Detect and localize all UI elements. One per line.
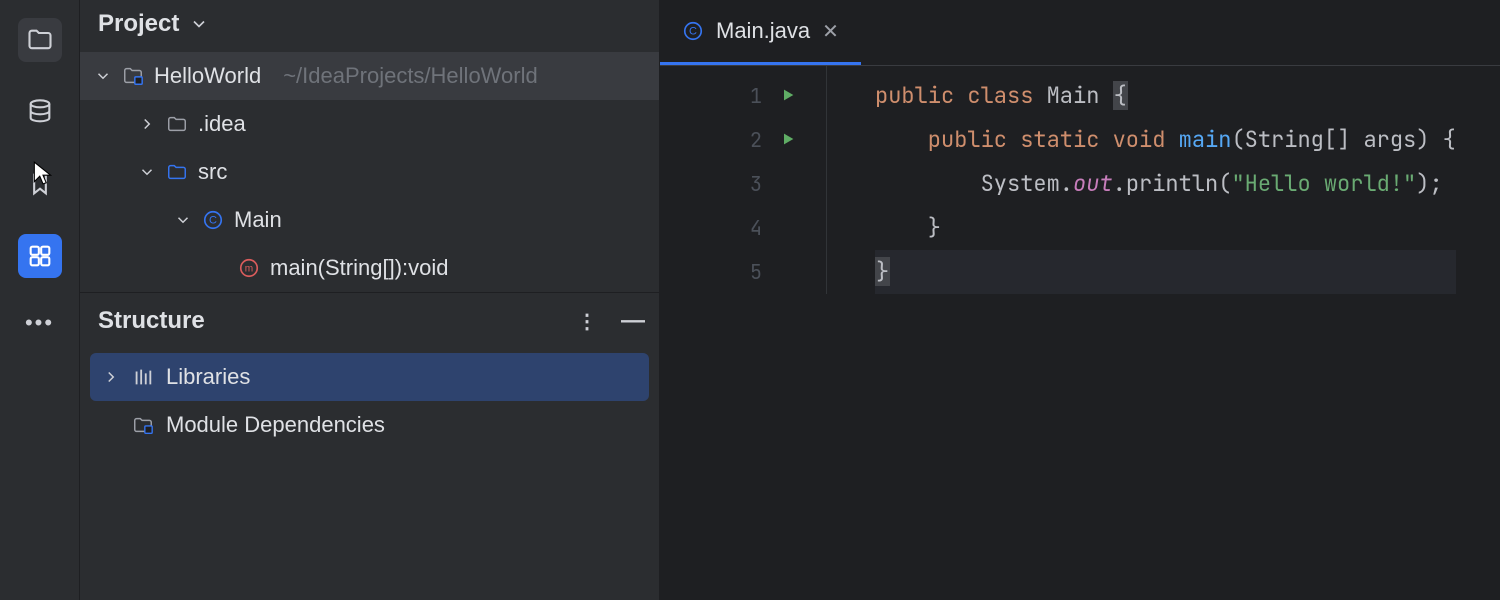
module-deps-icon xyxy=(132,414,154,436)
chevron-right-icon xyxy=(138,115,156,133)
idea-folder-label: .idea xyxy=(198,111,246,137)
editor-area: C Main.java ✕ 1 2 3 4 5 public class Mai… xyxy=(660,0,1500,600)
editor-tab-bar: C Main.java ✕ xyxy=(660,0,1500,66)
chevron-down-icon xyxy=(189,14,209,34)
main-class-node[interactable]: C Main xyxy=(80,196,659,244)
close-tab-button[interactable]: ✕ xyxy=(822,19,839,44)
chevron-down-icon xyxy=(174,211,192,229)
line-number: 4 xyxy=(750,215,762,241)
project-root-path: ~/IdeaProjects/HelloWorld xyxy=(283,63,538,89)
class-icon: C xyxy=(202,209,224,231)
chevron-down-icon xyxy=(94,67,112,85)
project-panel-title: Project xyxy=(98,10,179,38)
side-panel: Project HelloWorld ~/IdeaProjects/HelloW… xyxy=(80,0,660,600)
structure-item-label: Libraries xyxy=(166,364,250,390)
line-number: 3 xyxy=(750,171,762,197)
structure-tool-button[interactable] xyxy=(18,234,62,278)
structure-minimize-button[interactable]: — xyxy=(621,307,641,335)
more-tool-windows-button[interactable]: ••• xyxy=(25,310,54,336)
idea-folder-node[interactable]: .idea xyxy=(80,100,659,148)
line-number: 2 xyxy=(750,127,762,153)
source-folder-icon xyxy=(166,161,188,183)
src-folder-label: src xyxy=(198,159,227,185)
structure-item-label: Module Dependencies xyxy=(166,412,385,438)
folder-icon xyxy=(26,26,54,54)
structure-list: Libraries Module Dependencies xyxy=(80,345,659,449)
svg-text:m: m xyxy=(245,264,253,275)
bookmarks-tool-button[interactable] xyxy=(18,162,62,206)
project-root-label: HelloWorld xyxy=(154,63,261,89)
structure-panel-header: Structure ⋮ — xyxy=(80,292,659,345)
structure-item-module-deps[interactable]: Module Dependencies xyxy=(90,401,649,449)
main-method-node[interactable]: m main(String[]):void xyxy=(80,244,659,292)
main-method-label: main(String[]):void xyxy=(270,255,449,281)
editor-tab-filename: Main.java xyxy=(716,18,810,44)
class-icon: C xyxy=(682,20,704,42)
database-icon xyxy=(26,98,54,126)
libraries-icon xyxy=(132,366,154,388)
bookmark-icon xyxy=(26,170,54,198)
method-icon: m xyxy=(238,257,260,279)
grid-icon xyxy=(26,242,54,270)
svg-text:C: C xyxy=(689,26,697,38)
run-gutter-icon[interactable] xyxy=(780,118,796,162)
main-class-label: Main xyxy=(234,207,282,233)
line-number: 1 xyxy=(750,83,762,109)
run-gutter-icon[interactable] xyxy=(780,74,796,118)
project-panel-header[interactable]: Project xyxy=(80,0,659,52)
tool-window-rail: ••• xyxy=(0,0,80,600)
svg-text:C: C xyxy=(209,215,217,227)
code-editor[interactable]: 1 2 3 4 5 public class Main { public sta… xyxy=(660,66,1500,294)
chevron-right-icon xyxy=(102,368,120,386)
editor-tab-main[interactable]: C Main.java ✕ xyxy=(660,0,861,65)
project-tool-button[interactable] xyxy=(18,18,62,62)
line-number: 5 xyxy=(750,259,762,285)
project-tree: HelloWorld ~/IdeaProjects/HelloWorld .id… xyxy=(80,52,659,292)
database-tool-button[interactable] xyxy=(18,90,62,134)
code-content[interactable]: public class Main { public static void m… xyxy=(826,66,1456,294)
src-folder-node[interactable]: src xyxy=(80,148,659,196)
editor-gutter[interactable]: 1 2 3 4 5 xyxy=(660,66,780,294)
folder-icon xyxy=(166,113,188,135)
structure-options-button[interactable]: ⋮ xyxy=(577,309,597,334)
project-root-node[interactable]: HelloWorld ~/IdeaProjects/HelloWorld xyxy=(80,52,659,100)
structure-panel-title: Structure xyxy=(98,307,205,335)
chevron-down-icon xyxy=(138,163,156,181)
module-folder-icon xyxy=(122,65,144,87)
structure-item-libraries[interactable]: Libraries xyxy=(90,353,649,401)
